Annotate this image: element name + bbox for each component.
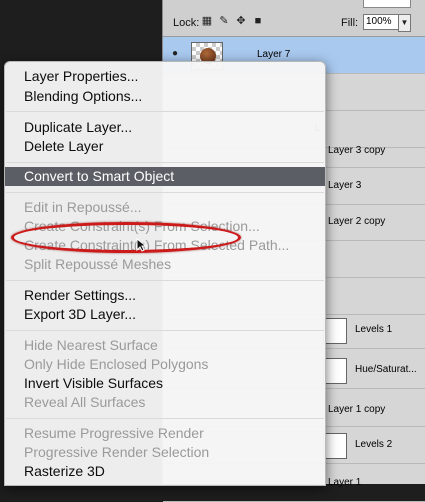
menu-item-convert-to-smart-object[interactable]: Convert to Smart Object	[5, 167, 325, 186]
lock-label: Lock:	[173, 17, 200, 29]
eye-icon[interactable]: ●	[167, 48, 183, 60]
layer-name: Levels 1	[355, 324, 393, 335]
menu-item-split-repousse-meshes[interactable]: Split Repoussé Meshes	[5, 255, 325, 274]
lock-icon[interactable]: ■	[252, 15, 264, 27]
checkerboard-icon[interactable]: ▦	[201, 15, 213, 27]
menu-item-render-settings[interactable]: Render Settings...	[5, 286, 325, 305]
brush-icon[interactable]: ✎	[218, 15, 230, 27]
lock-icons: ▦ ✎ ✥ ■	[201, 15, 264, 27]
menu-item-layer-properties[interactable]: Layer Properties...	[5, 67, 325, 86]
panel-toolbar: Lock: ▦ ✎ ✥ ■ Fill: 100% ▼	[163, 0, 425, 37]
menu-separator	[6, 111, 324, 112]
menu-separator	[6, 192, 324, 193]
fill-dropdown-icon[interactable]: ▼	[398, 14, 411, 32]
menu-item-rasterize-3d[interactable]: Rasterize 3D	[5, 462, 325, 481]
menu-item-progressive-render-selection[interactable]: Progressive Render Selection	[5, 443, 325, 462]
layer-name: Layer 3 copy	[328, 145, 386, 156]
move-icon[interactable]: ✥	[235, 15, 247, 27]
menu-separator	[6, 418, 324, 419]
annotation-oval	[11, 222, 241, 253]
menu-item-edit-in-repousse[interactable]: Edit in Repoussé...	[5, 198, 325, 217]
menu-separator	[6, 280, 324, 281]
menu-item-blending-options[interactable]: Blending Options...	[5, 87, 325, 106]
fill-input[interactable]: 100%	[363, 14, 399, 30]
layer-name: Layer 2 copy	[328, 216, 386, 227]
layer-mask-thumbnail	[323, 358, 347, 384]
layer-mask-thumbnail	[323, 433, 347, 459]
menu-item-invert-visible-surfaces[interactable]: Invert Visible Surfaces	[5, 374, 325, 393]
menu-item-duplicate-layer[interactable]: Duplicate Layer...	[5, 118, 325, 137]
layer-mask-thumbnail	[323, 318, 347, 344]
menu-item-hide-nearest-surface[interactable]: Hide Nearest Surface	[5, 336, 325, 355]
mouse-pointer-icon	[136, 238, 148, 252]
layer-name: Layer 3	[328, 180, 362, 191]
menu-separator	[6, 162, 324, 163]
menu-item-export-3d-layer[interactable]: Export 3D Layer...	[5, 305, 325, 324]
layer-name: Layer 1 copy	[328, 404, 386, 415]
layer-name: Levels 2	[355, 439, 393, 450]
menu-item-reveal-all-surfaces[interactable]: Reveal All Surfaces	[5, 393, 325, 412]
menu-separator	[6, 330, 324, 331]
opacity-field[interactable]	[363, 0, 411, 8]
menu-item-delete-layer[interactable]: Delete Layer	[5, 137, 325, 156]
fill-label: Fill:	[341, 17, 359, 29]
layer-name: Layer 7	[257, 49, 291, 60]
layer-name: Hue/Saturat...	[355, 364, 417, 375]
layer-name: Layer 1	[328, 477, 362, 488]
layer-context-menu: Layer Properties... Blending Options... …	[4, 61, 326, 486]
menu-item-only-hide-enclosed-polygons[interactable]: Only Hide Enclosed Polygons	[5, 355, 325, 374]
menu-item-resume-progressive-render[interactable]: Resume Progressive Render	[5, 424, 325, 443]
